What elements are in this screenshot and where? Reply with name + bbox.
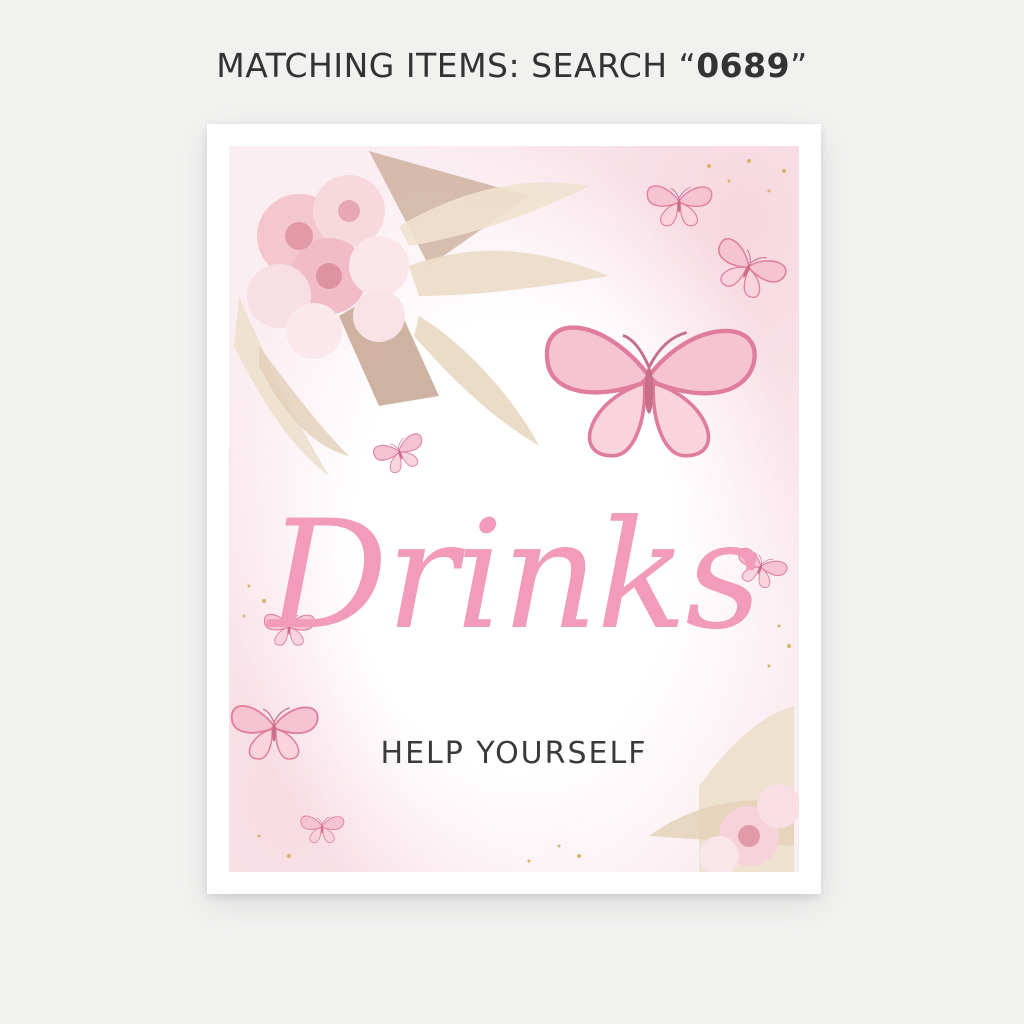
banner-prefix: MATCHING ITEMS: SEARCH “ — [216, 46, 697, 85]
banner-suffix: ” — [790, 46, 808, 85]
butterfly-top-right-icon — [646, 185, 713, 227]
bottom-right-bouquet — [649, 706, 799, 872]
top-left-bouquet — [234, 151, 609, 476]
butterfly-right-icon — [704, 235, 790, 308]
butterfly-small-center-icon — [371, 430, 431, 479]
butterfly-large-icon — [547, 328, 755, 456]
poster-artwork: Drinks HELP YOURSELF — [229, 146, 799, 872]
search-code: 0689 — [696, 46, 791, 85]
poster-subtitle: HELP YOURSELF — [380, 736, 648, 771]
butterfly-bottom-small-icon — [300, 815, 345, 843]
matching-items-banner: MATCHING ITEMS: SEARCH “0689” — [0, 46, 1024, 85]
poster-frame: Drinks HELP YOURSELF — [207, 124, 821, 894]
poster-title: Drinks — [267, 489, 762, 663]
